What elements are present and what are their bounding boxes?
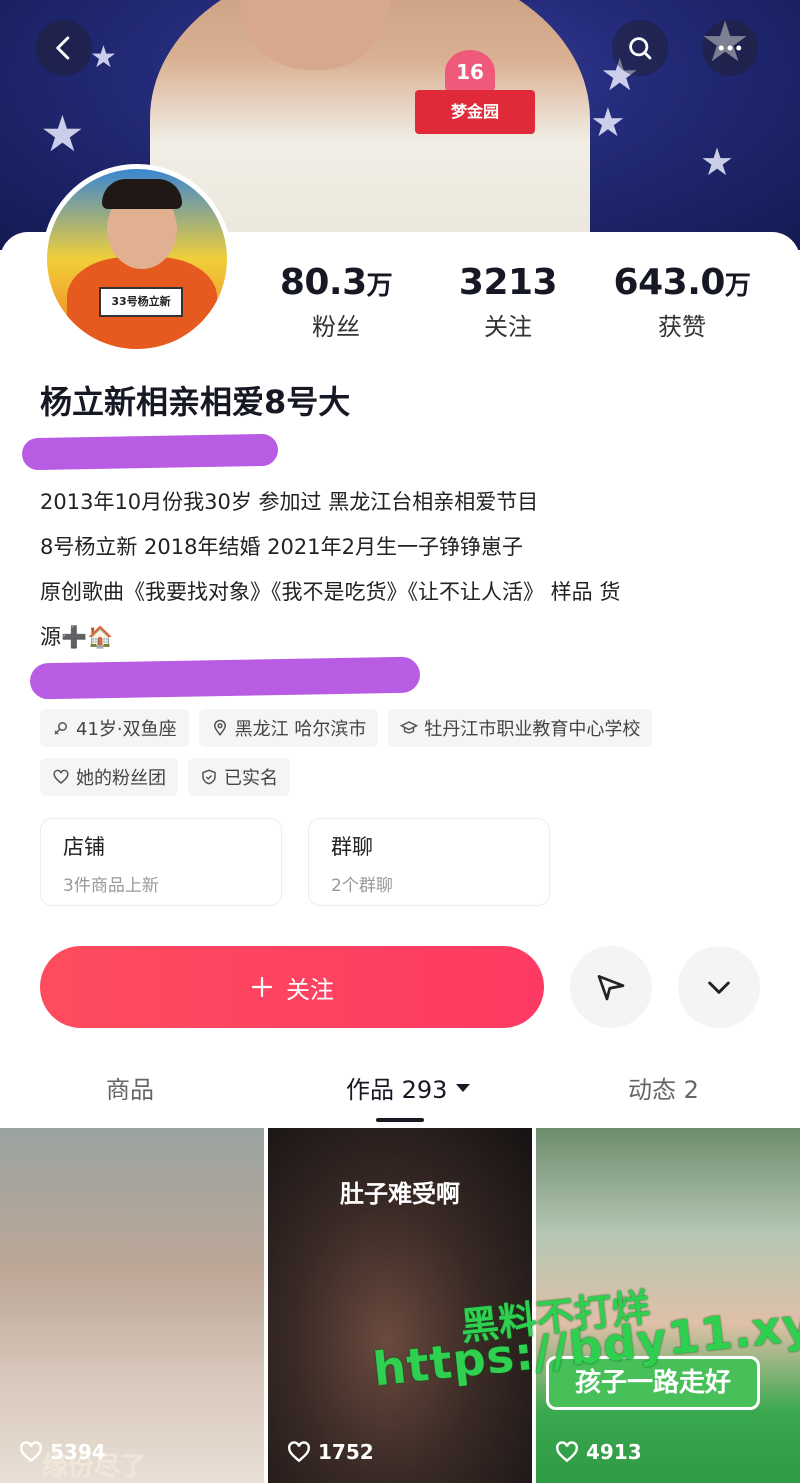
video-caption: 肚子难受啊: [340, 1180, 460, 1208]
stat-followers[interactable]: 80.3万 粉丝: [256, 262, 416, 342]
profile-name: 杨立新相亲相爱8号大: [40, 383, 351, 421]
banner-sign: 梦金园: [415, 90, 535, 134]
chevron-down-icon: [708, 981, 730, 994]
verified-icon: [202, 769, 216, 785]
star-decoration: ★: [40, 105, 85, 163]
content-tabs: 商品 作品 293 动态 2: [0, 1060, 800, 1124]
more-button[interactable]: [702, 20, 758, 76]
follow-button[interactable]: 关注: [40, 946, 544, 1028]
search-button[interactable]: [612, 20, 668, 76]
shop-tile[interactable]: 店铺 3件商品上新: [40, 818, 282, 906]
likes-count: 4913: [586, 1440, 642, 1464]
search-icon: [629, 37, 652, 60]
avatar-hair: [102, 179, 182, 209]
bio-line: 8号杨立新 2018年结婚 2021年2月生一子铮铮崽子: [40, 535, 523, 559]
stat-value: 80.3万: [279, 262, 393, 303]
send-icon: [597, 975, 625, 1001]
tag-location[interactable]: 黑龙江 哈尔滨市: [198, 709, 379, 747]
stat-value: 643.0万: [613, 262, 751, 303]
tab-products[interactable]: 商品: [106, 1070, 154, 1105]
tile-title: 群聊: [331, 835, 373, 859]
tag-label: 已实名: [224, 768, 278, 789]
back-arrow-icon: [56, 36, 70, 60]
heart-icon: [288, 1441, 310, 1463]
tag-label: 她的粉丝团: [76, 768, 166, 789]
group-chat-tile[interactable]: 群聊 2个群聊: [308, 818, 550, 906]
stat-label: 粉丝: [312, 313, 360, 341]
stat-following[interactable]: 3213 关注: [428, 262, 588, 342]
location-icon: [213, 719, 226, 736]
share-button[interactable]: [570, 946, 652, 1028]
avatar-sign: 33号杨立新: [99, 287, 183, 317]
profile-bio: 2013年10月份我30岁 参加过 黑龙江台相亲相爱节目 8号杨立新 2018年…: [40, 480, 760, 660]
expand-button[interactable]: [678, 946, 760, 1028]
tile-subtitle: 2个群聊: [331, 876, 393, 896]
video-thumbnail[interactable]: 缘份尽了 5394: [0, 1128, 264, 1483]
stat-label: 关注: [484, 313, 532, 341]
redaction-mark: [29, 656, 421, 700]
heart-icon: [556, 1441, 578, 1463]
tab-indicator: [376, 1118, 424, 1122]
video-grid: 缘份尽了 5394 肚子难受啊 1752 4913: [0, 1128, 800, 1483]
likes-count: 5394: [50, 1440, 106, 1464]
tab-label: 作品 293: [346, 1076, 448, 1104]
avatar[interactable]: 33号杨立新: [42, 164, 232, 354]
video-likes: 1752: [286, 1439, 374, 1465]
follow-label: 关注: [286, 975, 334, 1004]
tab-works[interactable]: 作品 293: [346, 1070, 471, 1105]
tab-posts[interactable]: 动态 2: [628, 1070, 699, 1105]
tag-fan-group[interactable]: 她的粉丝团: [40, 758, 178, 796]
bio-line: 源➕🏠: [40, 625, 114, 649]
banner-sign-number: 16: [445, 50, 495, 94]
redaction-mark: [21, 433, 279, 471]
tile-subtitle: 3件商品上新: [63, 876, 159, 896]
stat-likes[interactable]: 643.0万 获赞: [602, 262, 762, 342]
bio-line: 2013年10月份我30岁 参加过 黑龙江台相亲相爱节目: [40, 490, 539, 514]
tag-label: 牡丹江市职业教育中心学校: [424, 719, 641, 740]
tag-label: 黑龙江 哈尔滨市: [234, 719, 367, 740]
stat-label: 获赞: [658, 313, 706, 341]
back-button[interactable]: [36, 20, 92, 76]
stat-value: 3213: [458, 262, 558, 303]
more-dots-icon: [718, 45, 742, 51]
tag-verified[interactable]: 已实名: [188, 758, 290, 796]
tag-age[interactable]: 41岁·双鱼座: [40, 709, 189, 747]
likes-count: 1752: [318, 1440, 374, 1464]
star-decoration: ★: [700, 140, 735, 184]
profile-tiles: 店铺 3件商品上新 群聊 2个群聊: [40, 818, 550, 906]
school-icon: [400, 721, 419, 734]
star-decoration: ★: [90, 40, 117, 75]
video-likes: 4913: [554, 1439, 642, 1465]
star-decoration: ★: [590, 100, 626, 146]
gender-icon: [54, 722, 67, 735]
video-likes: 5394: [18, 1439, 106, 1465]
tag-school[interactable]: 牡丹江市职业教育中心学校: [388, 709, 653, 747]
profile-tags-row: 她的粉丝团 已实名: [40, 758, 760, 796]
plus-icon: [251, 976, 273, 998]
bio-line: 原创歌曲《我要找对象》《我不是吃货》《让不让人活》 样品 货: [40, 580, 621, 604]
caret-down-icon: [456, 1083, 471, 1092]
heart-icon: [20, 1441, 42, 1463]
tile-title: 店铺: [63, 835, 105, 859]
profile-tags-row: 41岁·双鱼座 黑龙江 哈尔滨市 牡丹江市职业教育中心学校: [40, 709, 760, 747]
fan-group-icon: [53, 769, 69, 784]
tag-label: 41岁·双鱼座: [76, 719, 177, 740]
